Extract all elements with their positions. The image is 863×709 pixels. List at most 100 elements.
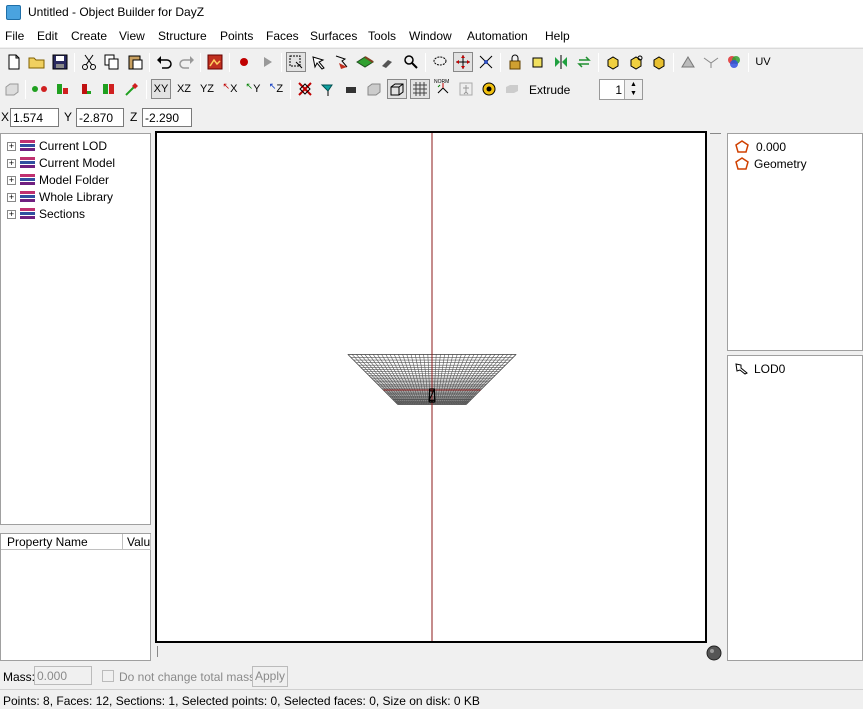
- menu-points[interactable]: Points: [220, 29, 253, 43]
- brush-icon[interactable]: [378, 52, 398, 72]
- select-rect-icon[interactable]: [286, 52, 306, 72]
- sun-icon[interactable]: [479, 79, 499, 99]
- select-lasso-icon[interactable]: [309, 52, 329, 72]
- spin-up-icon[interactable]: ▲: [625, 80, 642, 89]
- copy-icon[interactable]: [102, 52, 122, 72]
- split-icon[interactable]: [99, 79, 119, 99]
- texture-icon[interactable]: [205, 52, 225, 72]
- menu-view[interactable]: View: [119, 29, 145, 43]
- delete-face-icon[interactable]: [295, 79, 315, 99]
- view-yz-button[interactable]: YZ: [197, 79, 217, 99]
- lod-panel[interactable]: LOD0: [727, 355, 863, 661]
- menu-structure[interactable]: Structure: [158, 29, 207, 43]
- green-red-icon[interactable]: [53, 79, 73, 99]
- expand-icon[interactable]: +: [7, 141, 16, 151]
- paint-icon[interactable]: [355, 52, 375, 72]
- vertex-icon[interactable]: [701, 52, 721, 72]
- property-value-header[interactable]: Valu: [123, 534, 151, 550]
- play-icon[interactable]: [257, 52, 277, 72]
- cube-small-icon[interactable]: [528, 52, 548, 72]
- selection-item-geometry[interactable]: Geometry: [734, 157, 807, 171]
- menu-faces[interactable]: Faces: [266, 29, 299, 43]
- z-coordinate-input[interactable]: -2.290: [142, 108, 192, 127]
- 3d-viewport[interactable]: [155, 131, 707, 643]
- mirror-icon[interactable]: [551, 52, 571, 72]
- menu-automation[interactable]: Automation: [467, 29, 528, 43]
- record-icon[interactable]: [234, 52, 254, 72]
- spin-down-icon[interactable]: ▼: [625, 89, 642, 98]
- menu-surfaces[interactable]: Surfaces: [310, 29, 357, 43]
- menu-help[interactable]: Help: [545, 29, 570, 43]
- tree-item-whole-library[interactable]: + Whole Library: [7, 189, 113, 205]
- triangle-icon[interactable]: [678, 52, 698, 72]
- select-faces-icon[interactable]: [332, 52, 352, 72]
- tree-item-model-folder[interactable]: + Model Folder: [7, 172, 109, 188]
- menu-create[interactable]: Create: [71, 29, 107, 43]
- box-move-icon[interactable]: [603, 52, 623, 72]
- property-name-header[interactable]: Property Name: [1, 534, 123, 550]
- tree-item-sections[interactable]: + Sections: [7, 206, 85, 222]
- view-xy-button[interactable]: XY: [151, 79, 171, 99]
- camera-ball-icon[interactable]: [706, 645, 722, 661]
- dark-face-icon[interactable]: [341, 79, 361, 99]
- menu-tools[interactable]: Tools: [368, 29, 396, 43]
- property-panel[interactable]: Property Name Valu: [0, 533, 151, 661]
- wand-icon[interactable]: [122, 79, 142, 99]
- flip-icon[interactable]: [574, 52, 594, 72]
- figure-icon[interactable]: [456, 79, 476, 99]
- cut-icon[interactable]: [79, 52, 99, 72]
- menu-window[interactable]: Window: [409, 29, 452, 43]
- tree-item-current-model[interactable]: + Current Model: [7, 155, 115, 171]
- points-icon[interactable]: [30, 79, 50, 99]
- new-file-icon[interactable]: [4, 52, 24, 72]
- mass-input[interactable]: 0.000: [34, 666, 92, 685]
- axis-x-button[interactable]: ↖ X: [220, 79, 240, 99]
- normals-icon[interactable]: NORM: [433, 79, 453, 99]
- axis-z-button[interactable]: ↖ Z: [266, 79, 286, 99]
- expand-icon[interactable]: +: [7, 192, 16, 202]
- move-icon[interactable]: [453, 52, 473, 72]
- box-rotate-icon[interactable]: [626, 52, 646, 72]
- extrude-spinner[interactable]: 1 ▲ ▼: [599, 79, 643, 100]
- flat-shade-icon[interactable]: [502, 79, 522, 99]
- menu-file[interactable]: File: [5, 29, 24, 43]
- menu-edit[interactable]: Edit: [37, 29, 58, 43]
- viewport-vertical-scrollbar[interactable]: [707, 131, 724, 643]
- grid-icon[interactable]: [410, 79, 430, 99]
- x-coordinate-input[interactable]: 1.574: [10, 108, 59, 127]
- axis-y-button[interactable]: ↖ Y: [243, 79, 263, 99]
- model-tree-panel[interactable]: + Current LOD + Current Model + Model Fo…: [0, 133, 151, 525]
- panel-grey-icon[interactable]: [364, 79, 384, 99]
- lod-item[interactable]: LOD0: [734, 362, 785, 376]
- redo-icon[interactable]: [177, 52, 197, 72]
- uv-button[interactable]: UV: [753, 52, 773, 72]
- lock-icon[interactable]: [505, 52, 525, 72]
- expand-icon[interactable]: +: [7, 158, 16, 168]
- viewport-canvas[interactable]: [157, 133, 705, 641]
- zoom-icon[interactable]: [401, 52, 421, 72]
- apply-button[interactable]: Apply: [252, 666, 288, 687]
- y-coordinate-input[interactable]: -2.870: [76, 108, 124, 127]
- expand-icon[interactable]: +: [7, 209, 16, 219]
- grey-box-icon[interactable]: [2, 79, 22, 99]
- open-folder-icon[interactable]: [27, 52, 47, 72]
- viewport-horizontal-scrollbar[interactable]: [155, 643, 707, 660]
- spinner-arrows[interactable]: ▲ ▼: [624, 80, 642, 99]
- selection-item-value[interactable]: 0.000: [734, 140, 786, 154]
- paste-icon[interactable]: [125, 52, 145, 72]
- box-scale-icon[interactable]: [649, 52, 669, 72]
- wireframe-cube-icon[interactable]: [387, 79, 407, 99]
- color-wheel-icon[interactable]: [724, 52, 744, 72]
- lasso-icon[interactable]: [430, 52, 450, 72]
- extrude-value[interactable]: 1: [615, 83, 622, 97]
- selections-panel[interactable]: 0.000 Geometry: [727, 133, 863, 351]
- expand-icon[interactable]: +: [7, 175, 16, 185]
- scale-icon[interactable]: [476, 52, 496, 72]
- save-icon[interactable]: [50, 52, 70, 72]
- tree-item-current-lod[interactable]: + Current LOD: [7, 138, 107, 154]
- keep-mass-checkbox[interactable]: [102, 670, 114, 682]
- red-block-icon[interactable]: [76, 79, 96, 99]
- undo-icon[interactable]: [154, 52, 174, 72]
- view-xz-button[interactable]: XZ: [174, 79, 194, 99]
- teal-face-icon[interactable]: [318, 79, 338, 99]
